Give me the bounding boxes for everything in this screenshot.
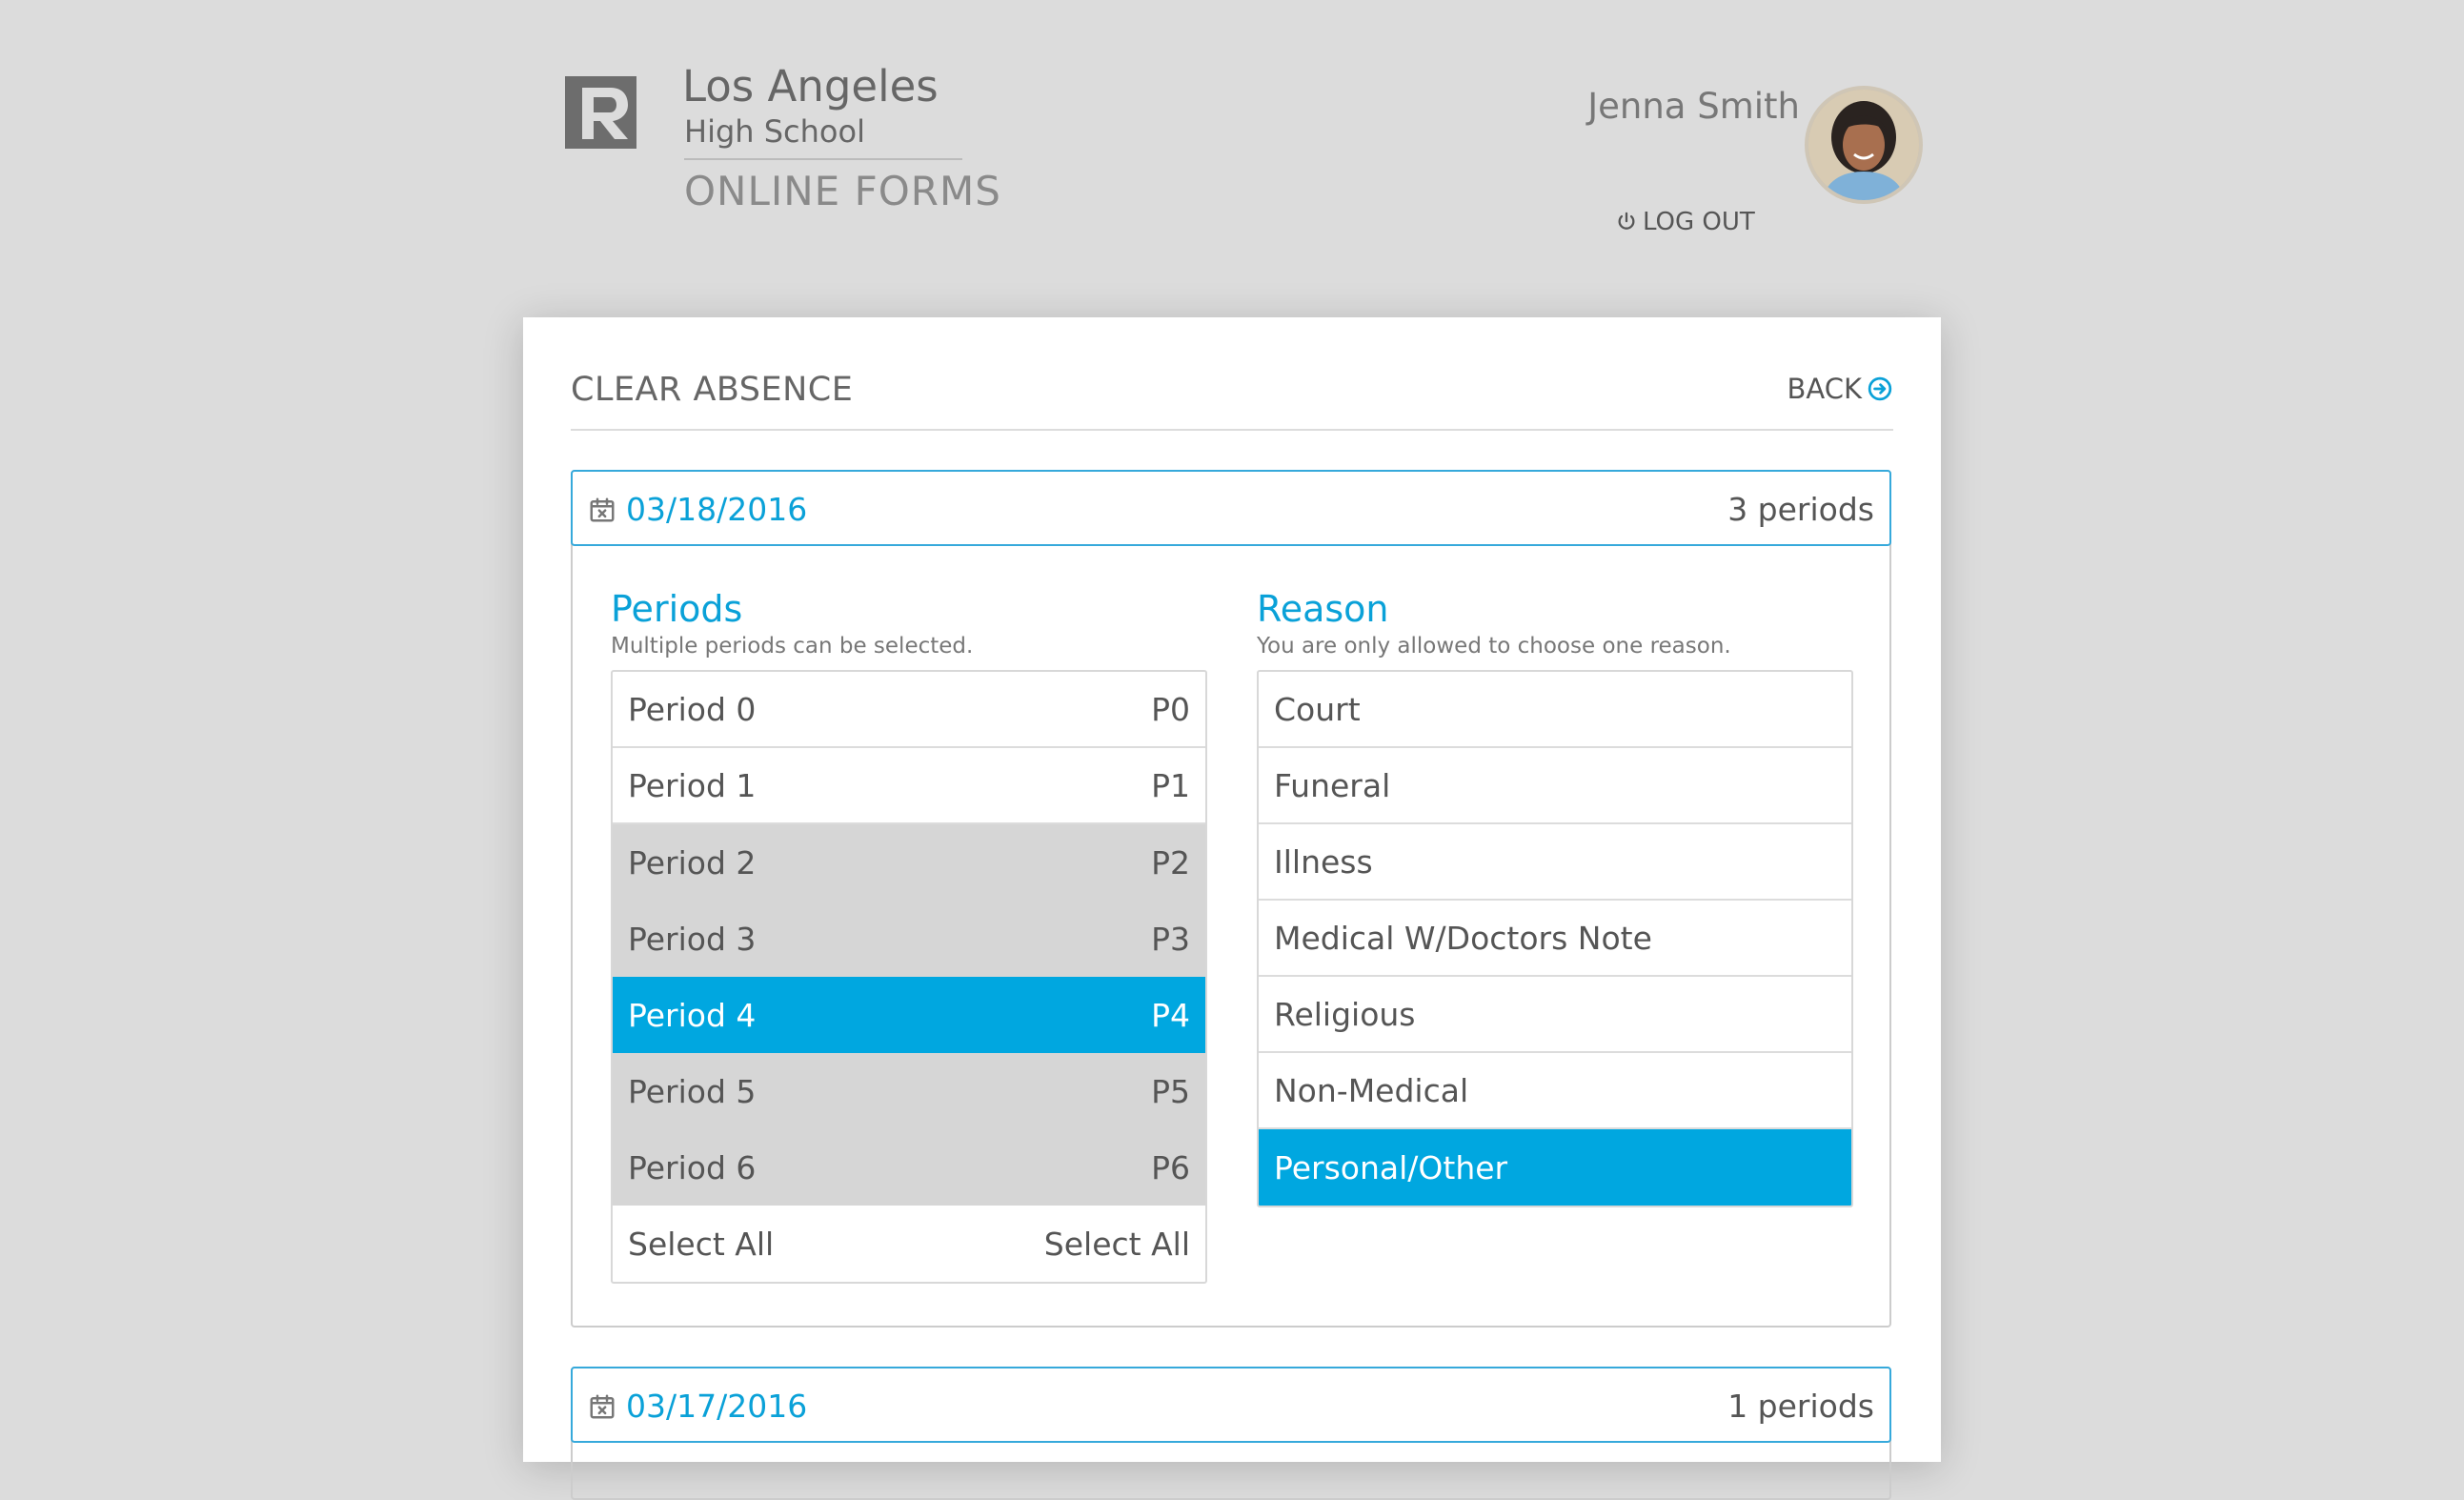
reason-note: You are only allowed to choose one reaso… [1257,634,1731,659]
reason-label: Personal/Other [1274,1148,1508,1186]
back-label: BACK [1787,373,1863,405]
period-label: Period 2 [628,843,757,882]
reason-label: Religious [1274,995,1416,1033]
period-code: P2 [1151,843,1190,882]
logo-divider [684,158,962,160]
day-panel: 03/17/2016 1 periods [571,1367,1891,1500]
period-code: P4 [1151,996,1190,1034]
school-subtitle: High School [684,113,865,150]
period-label: Period 6 [628,1148,757,1186]
day-header[interactable]: 03/18/2016 3 periods [571,470,1891,546]
product-name: ONLINE FORMS [684,168,1001,214]
reasons-list: Court Funeral Illness Medical W/Doctors Not… [1257,670,1853,1207]
period-label: Period 0 [628,690,757,728]
day-date: 03/17/2016 [588,1388,807,1425]
period-code: P3 [1151,920,1190,958]
reason-label: Court [1274,690,1361,728]
period-row[interactable]: Period 0 P0 [613,672,1205,748]
clear-absence-card: CLEAR ABSENCE BACK 03/18/2016 3 periods … [523,317,1941,1500]
period-row[interactable]: Period 4 P4 [613,977,1205,1053]
period-code: P5 [1151,1072,1190,1110]
period-code: P6 [1151,1148,1190,1186]
arrow-circle-right-icon [1868,376,1892,401]
period-row[interactable]: Period 1 P1 [613,748,1205,824]
reason-label: Funeral [1274,766,1391,804]
user-name: Jenna Smith [1587,86,1800,127]
periods-list: Period 0 P0 Period 1 P1 Period 2 P2 Period 3 P3… [611,670,1207,1284]
reason-option[interactable]: Illness [1259,824,1851,901]
periods-title: Periods [611,588,743,630]
reason-option[interactable]: Court [1259,672,1851,748]
period-label: Period 5 [628,1072,757,1110]
school-name: Los Angeles [682,61,939,111]
calendar-x-icon [590,1394,615,1418]
logout-button[interactable]: LOG OUT [1616,208,1755,236]
logout-label: LOG OUT [1643,208,1755,236]
period-row[interactable]: Period 3 P3 [613,901,1205,977]
select-all-row[interactable]: Select All Select All [613,1206,1205,1282]
periods-note: Multiple periods can be selected. [611,634,974,659]
reason-title: Reason [1257,588,1389,630]
day-panel: 03/18/2016 3 periods Periods Multiple pe… [571,470,1891,1328]
avatar-image [1808,90,1919,200]
reason-label: Non-Medical [1274,1071,1469,1109]
reason-option[interactable]: Non-Medical [1259,1053,1851,1129]
day-date: 03/18/2016 [588,491,807,528]
period-label: Period 3 [628,920,757,958]
reason-option[interactable]: Religious [1259,977,1851,1053]
reason-option[interactable]: Funeral [1259,748,1851,824]
title-divider [571,429,1893,431]
back-button[interactable]: BACK [1787,373,1893,405]
school-logo-block[interactable]: Los Angeles High School ONLINE FORMS [560,34,1000,242]
period-code: P0 [1151,690,1190,728]
period-label: Period 1 [628,766,757,804]
reason-label: Illness [1274,842,1373,881]
avatar[interactable] [1805,86,1923,204]
reason-label: Medical W/Doctors Note [1274,919,1652,957]
period-code: Select All [1043,1225,1190,1263]
reason-option[interactable]: Medical W/Doctors Note [1259,901,1851,977]
day-header[interactable]: 03/17/2016 1 periods [571,1367,1891,1443]
period-code: P1 [1151,766,1190,804]
page-title: CLEAR ABSENCE [571,371,854,409]
day-date-text: 03/17/2016 [626,1388,808,1425]
period-row[interactable]: Period 2 P2 [613,824,1205,901]
period-label: Select All [628,1225,775,1263]
reason-option[interactable]: Personal/Other [1259,1129,1851,1206]
period-count: 1 periods [1727,1388,1874,1425]
calendar-x-icon [590,497,615,521]
period-label: Period 4 [628,996,757,1034]
power-icon [1618,212,1635,230]
school-logo-icon [565,76,636,149]
period-count: 3 periods [1727,491,1874,528]
day-date-text: 03/18/2016 [626,491,808,528]
period-row[interactable]: Period 6 P6 [613,1129,1205,1206]
period-row[interactable]: Period 5 P5 [613,1053,1205,1129]
